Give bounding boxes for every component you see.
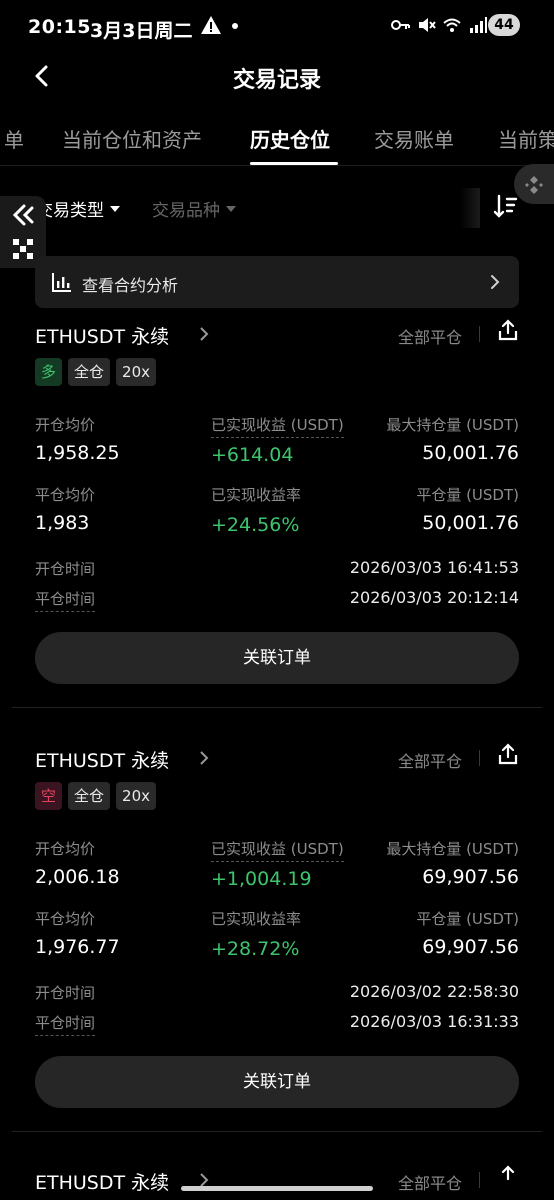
contract-analysis-label: 查看合约分析 xyxy=(82,276,179,295)
realized-pnl-label[interactable]: 已实现收益 (USDT) xyxy=(211,838,344,862)
position-tags: 空 全仓 20x xyxy=(35,782,156,810)
open-avg-value: 2,006.18 xyxy=(35,866,120,888)
divider xyxy=(479,326,480,342)
close-avg-value: 1,983 xyxy=(35,512,90,534)
active-tab-indicator xyxy=(250,162,338,165)
signal-icon xyxy=(470,17,487,33)
trade-symbol-filter[interactable]: 交易品种 xyxy=(152,196,236,221)
chevron-right-icon[interactable] xyxy=(197,749,211,767)
filter-fade xyxy=(460,188,480,228)
status-time: 20:15 xyxy=(28,16,91,38)
realized-pnl-value: +614.04 xyxy=(211,444,294,466)
close-avg-label: 平仓均价 xyxy=(35,910,96,928)
realized-rate-label: 已实现收益率 xyxy=(211,486,302,504)
tab-current-positions[interactable]: 当前仓位和资产 xyxy=(62,124,202,153)
caret-down-icon xyxy=(226,205,236,212)
side-badge: 空 xyxy=(35,782,63,810)
battery-indicator: 44 xyxy=(488,14,520,36)
share-icon[interactable] xyxy=(496,1164,520,1188)
position-symbol[interactable]: ETHUSDT 永续 xyxy=(35,322,169,349)
mute-icon xyxy=(419,18,436,32)
page-title: 交易记录 xyxy=(232,68,321,93)
status-date: 3月3日周二 xyxy=(90,20,193,42)
close-time-value: 2026/03/03 16:31:33 xyxy=(349,1012,519,1031)
chevron-right-icon xyxy=(491,275,500,289)
open-avg-value: 1,958.25 xyxy=(35,442,120,464)
realized-pnl-value: +1,004.19 xyxy=(211,868,312,890)
leverage-badge: 20x xyxy=(116,358,156,386)
position-symbol[interactable]: ETHUSDT 永续 xyxy=(35,1168,169,1195)
close-time-value: 2026/03/03 20:12:14 xyxy=(349,588,519,607)
close-qty-label: 平仓量 (USDT) xyxy=(416,910,519,928)
share-icon[interactable] xyxy=(496,318,520,342)
notification-dot xyxy=(232,23,238,29)
contract-analysis-link[interactable]: 查看合约分析 xyxy=(35,256,519,308)
close-all-label: 全部平仓 xyxy=(398,1174,463,1193)
card-separator xyxy=(12,707,542,708)
max-position-label: 最大持仓量 (USDT) xyxy=(386,840,519,858)
margin-mode-badge: 全仓 xyxy=(68,358,111,386)
close-all-label: 全部平仓 xyxy=(398,328,463,347)
share-icon[interactable] xyxy=(496,742,520,766)
bar-chart-icon xyxy=(52,273,71,292)
trade-type-label: 交易类型 xyxy=(36,201,104,221)
position-symbol[interactable]: ETHUSDT 永续 xyxy=(35,746,169,773)
position-tags: 多 全仓 20x xyxy=(35,358,156,386)
realized-rate-label: 已实现收益率 xyxy=(211,910,302,928)
realized-pnl-label[interactable]: 已实现收益 (USDT) xyxy=(211,414,344,438)
status-bar: 20:15 3月3日周二 44 xyxy=(0,0,554,52)
related-orders-button[interactable]: 关联订单 xyxy=(35,632,519,684)
filter-row: 交易类型 交易品种 xyxy=(0,188,554,228)
max-position-label: 最大持仓量 (USDT) xyxy=(386,416,519,434)
tab-orders[interactable]: 单 xyxy=(4,124,24,153)
open-avg-label: 开仓均价 xyxy=(35,416,96,434)
max-position-value: 50,001.76 xyxy=(422,442,519,464)
open-time-label: 开仓时间 xyxy=(35,984,96,1002)
close-avg-label: 平仓均价 xyxy=(35,486,96,504)
chevron-right-icon[interactable] xyxy=(197,325,211,343)
close-qty-label: 平仓量 (USDT) xyxy=(416,486,519,504)
margin-mode-badge: 全仓 xyxy=(68,782,111,810)
related-orders-button[interactable]: 关联订单 xyxy=(35,1056,519,1108)
scan-icon[interactable] xyxy=(10,236,36,262)
leverage-badge: 20x xyxy=(116,782,156,810)
header: 交易记录 xyxy=(0,52,554,104)
realized-rate-value: +28.72% xyxy=(211,938,300,960)
trade-type-filter[interactable]: 交易类型 xyxy=(36,196,120,221)
open-time-value: 2026/03/03 16:41:53 xyxy=(349,558,519,577)
tab-trade-bills[interactable]: 交易账单 xyxy=(374,124,454,153)
close-time-label[interactable]: 平仓时间 xyxy=(35,588,96,612)
sort-icon[interactable] xyxy=(492,192,520,220)
divider xyxy=(479,1172,480,1188)
close-avg-value: 1,976.77 xyxy=(35,936,120,958)
divider xyxy=(479,750,480,766)
close-all-label: 全部平仓 xyxy=(398,752,463,771)
close-qty-value: 50,001.76 xyxy=(422,512,519,534)
trade-symbol-label: 交易品种 xyxy=(152,201,220,221)
wifi-icon xyxy=(443,18,461,32)
side-badge: 多 xyxy=(35,358,63,386)
open-avg-label: 开仓均价 xyxy=(35,840,96,858)
card-separator xyxy=(12,1131,542,1132)
max-position-value: 69,907.56 xyxy=(422,866,519,888)
key-icon xyxy=(391,20,410,30)
close-time-label[interactable]: 平仓时间 xyxy=(35,1012,96,1036)
warning-icon xyxy=(201,16,221,34)
realized-rate-value: +24.56% xyxy=(211,514,300,536)
tab-position-history[interactable]: 历史仓位 xyxy=(250,124,330,153)
open-time-value: 2026/03/02 22:58:30 xyxy=(349,982,519,1001)
close-qty-value: 69,907.56 xyxy=(422,936,519,958)
tab-current-strategy[interactable]: 当前策 xyxy=(498,124,554,153)
tab-bar: 单 当前仓位和资产 历史仓位 交易账单 当前策 xyxy=(0,116,554,166)
open-time-label: 开仓时间 xyxy=(35,560,96,578)
home-indicator[interactable] xyxy=(181,1186,373,1191)
caret-down-icon xyxy=(110,205,120,212)
collapse-icon[interactable] xyxy=(10,202,36,228)
